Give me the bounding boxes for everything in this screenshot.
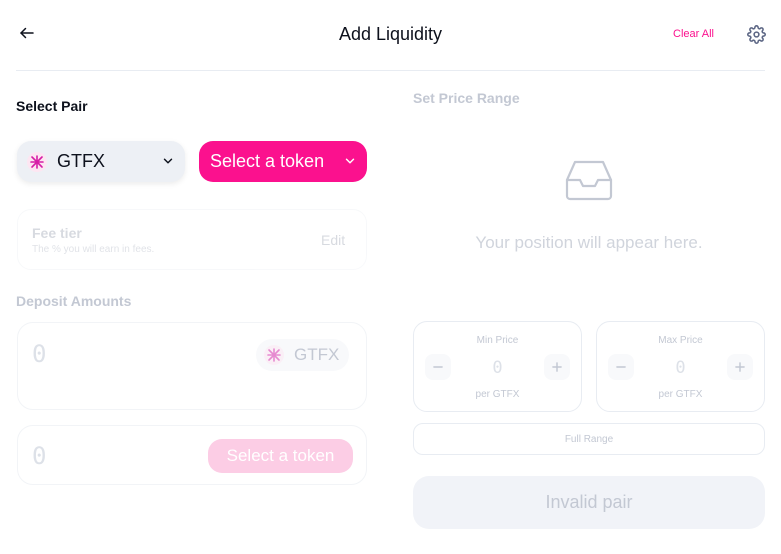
inbox-icon: [565, 160, 613, 201]
max-price-unit: per GTFX: [658, 389, 703, 400]
deposit-card-a: 0 GTFX: [17, 322, 367, 410]
deposit-amount-b-input[interactable]: 0: [32, 442, 46, 470]
gtfx-logo-icon: [264, 345, 284, 365]
min-price-label: Min Price: [476, 335, 519, 346]
token-b-selector[interactable]: Select a token: [199, 141, 367, 182]
select-pair-label: Select Pair: [16, 98, 88, 114]
deposit-token-a-badge: GTFX: [256, 339, 350, 371]
token-b-label: Select a token: [210, 151, 325, 171]
fee-tier-card: Fee tier The % you will earn in fees. Ed…: [17, 209, 367, 270]
min-price-increment-button[interactable]: [544, 354, 570, 380]
header-divider: [16, 70, 765, 71]
back-button[interactable]: [16, 22, 38, 44]
submit-button[interactable]: Invalid pair: [413, 476, 765, 529]
settings-button[interactable]: [745, 23, 767, 45]
max-price-increment-button[interactable]: [727, 354, 753, 380]
page-title: Add Liquidity: [338, 24, 443, 44]
set-price-range-label: Set Price Range: [413, 90, 520, 106]
fee-tier-title: Fee tier: [32, 225, 82, 241]
min-price-unit: per GTFX: [475, 389, 520, 400]
clear-all-button[interactable]: Clear All: [673, 28, 714, 40]
token-a-symbol: GTFX: [57, 151, 105, 171]
empty-position-message: Your position will appear here.: [475, 233, 703, 252]
max-price-box: Max Price 0 per GTFX: [596, 321, 765, 412]
header: Add Liquidity Clear All: [0, 0, 781, 71]
deposit-amount-a-input[interactable]: 0: [32, 340, 46, 368]
chevron-down-icon: [163, 158, 173, 164]
gear-icon: [746, 24, 766, 44]
gtfx-logo-icon: [27, 151, 47, 172]
deposit-select-token-button[interactable]: Select a token: [208, 439, 353, 473]
token-a-selector[interactable]: GTFX: [17, 141, 185, 182]
deposit-amounts-label: Deposit Amounts: [16, 293, 132, 309]
min-price-box: Min Price 0 per GTFX: [413, 321, 582, 412]
full-range-button[interactable]: Full Range: [413, 423, 765, 455]
plus-icon: [735, 362, 745, 372]
arrow-left-icon: [20, 27, 34, 39]
max-price-label: Max Price: [658, 335, 703, 346]
deposit-card-b: 0 Select a token: [17, 425, 367, 485]
fee-tier-subtitle: The % you will earn in fees.: [32, 244, 155, 255]
chevron-down-icon: [345, 158, 355, 164]
fee-tier-edit-button[interactable]: Edit: [321, 232, 345, 248]
plus-icon: [552, 362, 562, 372]
deposit-token-a-symbol: GTFX: [294, 345, 340, 364]
